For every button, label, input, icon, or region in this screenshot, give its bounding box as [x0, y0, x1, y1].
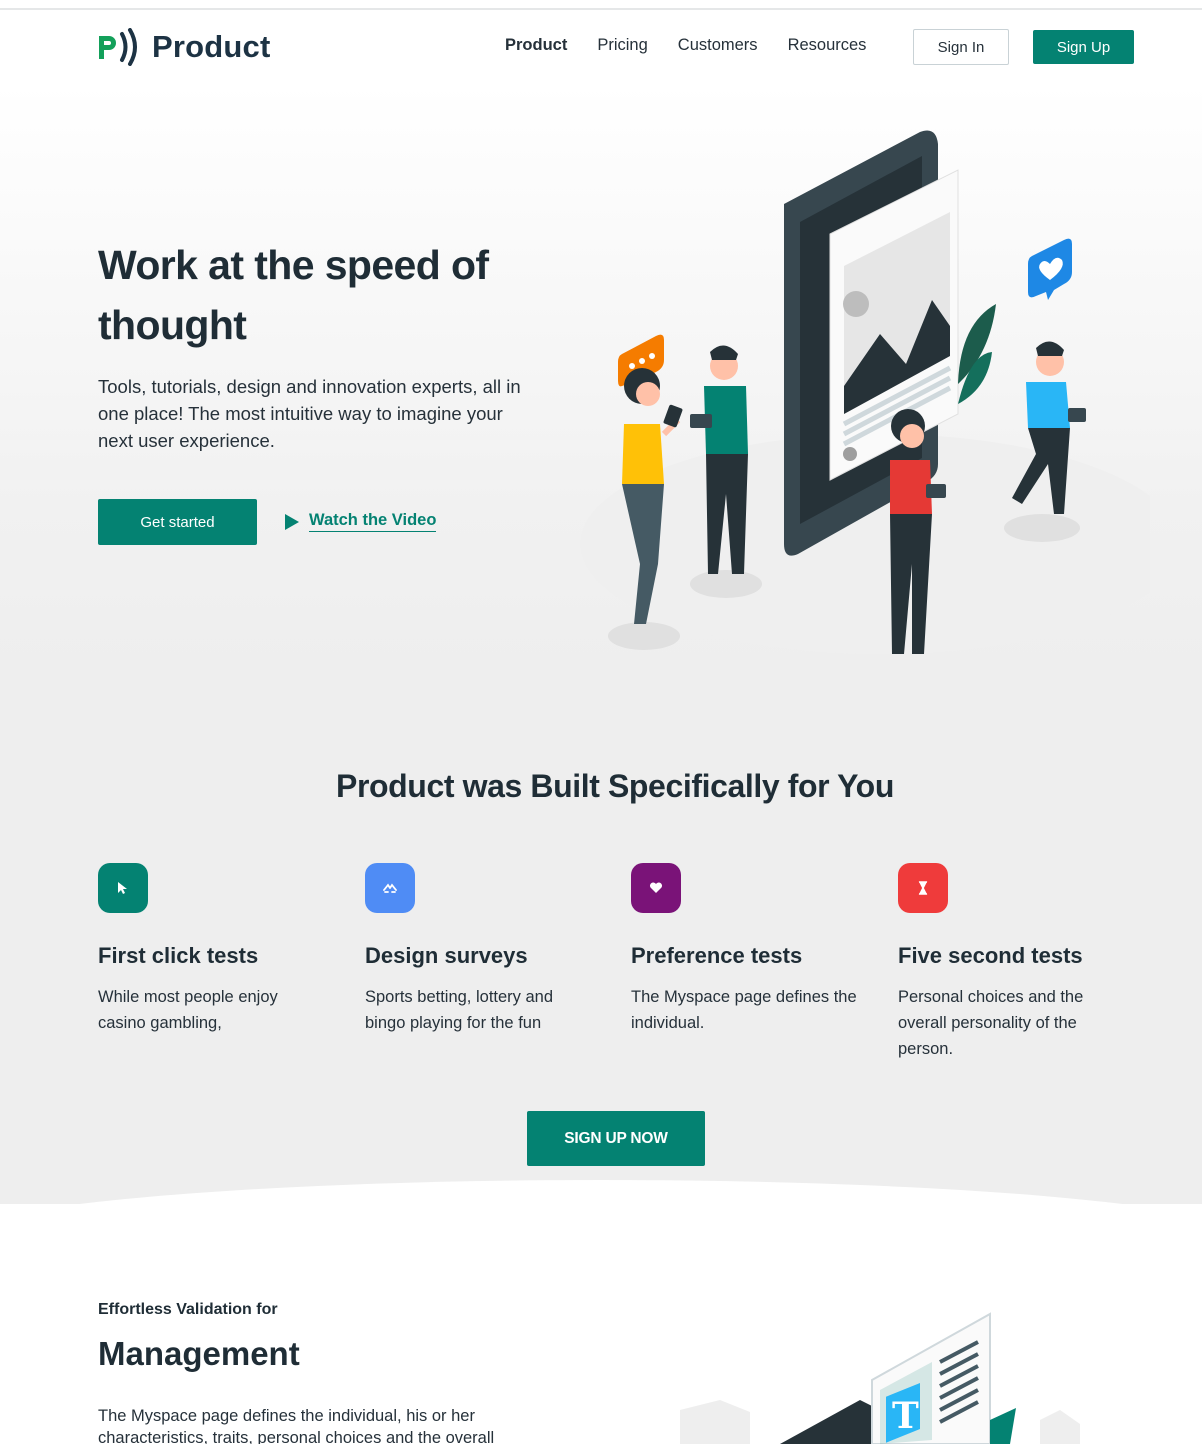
bottom-description: The Myspace page defines the individual,… — [98, 1407, 495, 1444]
feature-title: Design surveys — [365, 943, 528, 968]
features-title: Product was Built Specifically for You — [336, 768, 894, 804]
management-illustration: T — [680, 1312, 1080, 1444]
nav-item-product[interactable]: Product — [505, 36, 567, 55]
bottom-kicker: Effortless Validation for — [98, 1301, 278, 1318]
main-nav: Product Pricing Customers Resources — [505, 36, 896, 55]
hero-section: Work at the speed of thought Tools, tuto… — [0, 84, 1202, 684]
nav-item-resources[interactable]: Resources — [788, 36, 867, 55]
hero-subtitle: Tools, tutorials, design and innovation … — [98, 376, 521, 451]
site-header: Product Product Pricing Customers Resour… — [0, 10, 1202, 84]
feature-first-click: First click tests While most people enjo… — [98, 863, 328, 1036]
feature-preference-tests: Preference tests The Myspace page define… — [631, 863, 861, 1036]
watch-video-label: Watch the Video — [309, 511, 437, 532]
sign-up-button[interactable]: Sign Up — [1033, 30, 1134, 64]
logo-text: Product — [152, 29, 271, 64]
get-started-button[interactable]: Get started — [98, 499, 257, 545]
sign-in-button[interactable]: Sign In — [913, 29, 1009, 65]
logo[interactable]: Product — [96, 28, 271, 66]
feature-title: Preference tests — [631, 943, 803, 968]
feature-desc: While most people enjoy casino gambling, — [98, 988, 278, 1032]
nav-item-pricing[interactable]: Pricing — [597, 36, 647, 55]
feature-five-second: Five second tests Personal choices and t… — [898, 863, 1128, 1062]
survey-icon — [365, 863, 415, 913]
nav-item-customers[interactable]: Customers — [678, 36, 758, 55]
hero-title: Work at the speed of thought — [98, 242, 489, 348]
hero-illustration — [580, 130, 1150, 654]
feature-design-surveys: Design surveys Sports betting, lottery a… — [365, 863, 595, 1036]
logo-mark-icon — [99, 28, 137, 66]
heart-icon — [631, 863, 681, 913]
play-icon — [285, 513, 299, 530]
watch-video-link[interactable]: Watch the Video — [285, 511, 437, 532]
feature-desc: Personal choices and the overall persona… — [898, 988, 1084, 1058]
feature-desc: The Myspace page defines the individual. — [631, 988, 857, 1032]
hourglass-icon — [898, 863, 948, 913]
sign-up-now-button[interactable]: SIGN UP NOW — [527, 1111, 705, 1166]
feature-title: First click tests — [98, 943, 259, 968]
feature-desc: Sports betting, lottery and bingo playin… — [365, 988, 554, 1032]
bottom-title: Management — [98, 1335, 300, 1372]
features-section: Product was Built Specifically for You F… — [0, 684, 1202, 1204]
feature-title: Five second tests — [898, 943, 1083, 968]
cursor-icon — [98, 863, 148, 913]
svg-text:T: T — [892, 1395, 919, 1437]
